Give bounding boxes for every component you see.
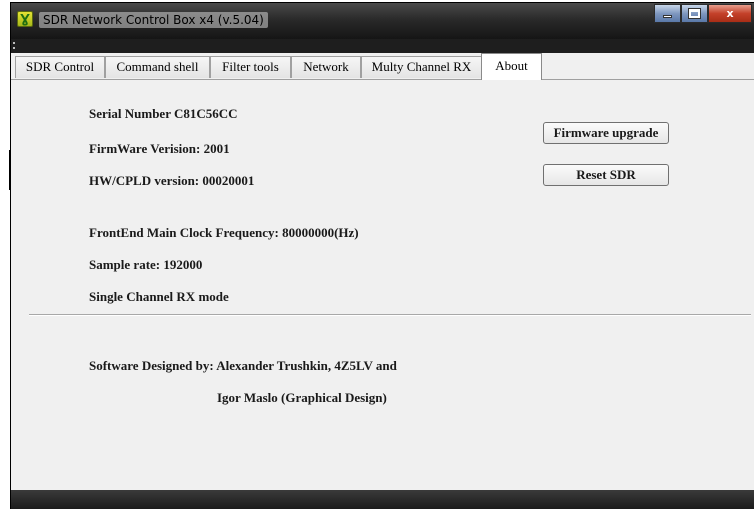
grip-icon[interactable] (13, 42, 15, 49)
tab-strip: SDR Control Command shell Filter tools N… (11, 53, 754, 80)
sample-rate-label: Sample rate: 192000 (89, 257, 203, 272)
credits-line-1: Software Designed by: Alexander Trushkin… (89, 358, 397, 373)
rx-mode-label: Single Channel RX mode (89, 289, 229, 304)
tab-network[interactable]: Network (291, 56, 361, 78)
app-window: Ɣ SDR Network Control Box x4 (v.5.04) x … (10, 2, 754, 509)
window-bottom-border (11, 490, 754, 509)
tab-command-shell[interactable]: Command shell (105, 56, 210, 78)
maximize-icon (688, 8, 701, 19)
title-bar[interactable]: Ɣ SDR Network Control Box x4 (v.5.04) x (11, 3, 754, 39)
reset-sdr-button[interactable]: Reset SDR (543, 164, 669, 186)
close-icon: x (726, 7, 734, 20)
firmware-upgrade-button[interactable]: Firmware upgrade (543, 122, 669, 144)
tab-filter-tools[interactable]: Filter tools (210, 56, 291, 78)
close-button[interactable]: x (708, 4, 752, 23)
about-page: Serial Number C81C56CC FirmWare Verision… (11, 80, 754, 490)
section-divider (29, 314, 751, 316)
maximize-button[interactable] (681, 4, 708, 23)
window-controls: x (654, 4, 752, 23)
clock-frequency-label: FrontEnd Main Clock Frequency: 80000000(… (89, 225, 359, 240)
minimize-icon (663, 15, 672, 18)
tab-multy-channel-rx[interactable]: Multy Channel RX (361, 56, 482, 78)
window-title: SDR Network Control Box x4 (v.5.04) (39, 12, 268, 28)
app-icon: Ɣ (17, 11, 33, 27)
client-area: SDR Control Command shell Filter tools N… (11, 53, 754, 490)
tab-sdr-control[interactable]: SDR Control (15, 56, 105, 78)
credits-line-2: Igor Maslo (Graphical Design) (217, 390, 387, 405)
desktop-edge (0, 0, 10, 509)
firmware-version-label: FirmWare Verision: 2001 (89, 141, 230, 156)
hw-cpld-version-label: HW/CPLD version: 00020001 (89, 173, 255, 188)
serial-number-label: Serial Number C81C56CC (89, 106, 238, 121)
minimize-button[interactable] (654, 4, 681, 23)
menu-strip (11, 39, 754, 53)
tab-about[interactable]: About (481, 53, 542, 80)
